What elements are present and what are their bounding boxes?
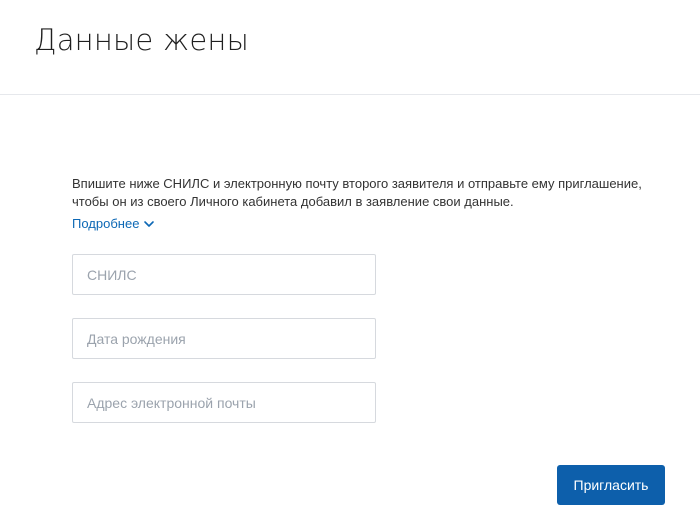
more-details-link[interactable]: Подробнее	[72, 216, 155, 232]
email-input[interactable]	[72, 382, 376, 423]
page-title: Данные жены	[34, 23, 249, 57]
page: Данные жены Впишите ниже СНИЛС и электро…	[0, 0, 700, 532]
page-header: Данные жены	[0, 0, 700, 95]
instruction-text: Впишите ниже СНИЛС и электронную почту в…	[72, 176, 642, 209]
birth-date-input[interactable]	[72, 318, 376, 359]
chevron-down-icon	[144, 221, 155, 227]
invite-button[interactable]: Пригласить	[557, 465, 665, 505]
snils-input[interactable]	[72, 254, 376, 295]
more-details-label: Подробнее	[72, 216, 140, 231]
